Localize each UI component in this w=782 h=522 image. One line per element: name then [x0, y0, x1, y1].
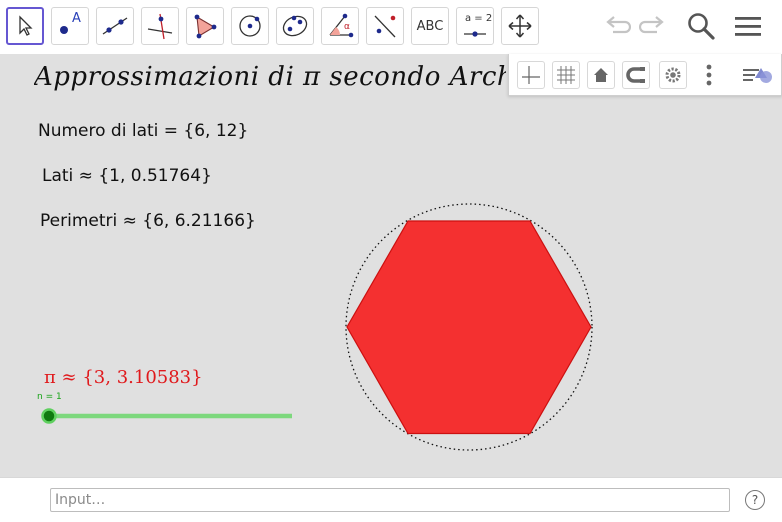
ellipse-tool[interactable]: [276, 7, 314, 45]
graphics-view[interactable]: [0, 54, 782, 477]
lati-text: Lati ≈ {1, 0.51764}: [42, 166, 212, 186]
help-button[interactable]: ?: [745, 490, 765, 510]
snap-toggle[interactable]: [622, 61, 650, 89]
redo-icon: [639, 16, 664, 34]
move-tool[interactable]: [6, 7, 44, 45]
page-title: Approssimazioni di π secondo Archimede: [34, 62, 506, 92]
help-icon: ?: [751, 493, 759, 507]
axes-icon: [522, 66, 540, 84]
settings-button[interactable]: [659, 61, 687, 89]
grid-toggle[interactable]: [552, 61, 580, 89]
move-graphics-view-tool[interactable]: [501, 7, 539, 45]
input-bar: ?: [0, 477, 782, 522]
point-tool[interactable]: A: [51, 7, 89, 45]
redo-button[interactable]: [636, 8, 672, 44]
circle-center-tool[interactable]: [231, 7, 269, 45]
move-arrows-icon: [508, 14, 532, 38]
numero-lati-text: Numero di lati = {6, 12}: [38, 121, 249, 141]
pi-approx-text: π ≈ {3, 3.10583}: [44, 367, 203, 388]
style-bar-toggle-icon: [743, 68, 772, 83]
point-tool-label: A: [72, 11, 81, 26]
cursor-arrow-icon: [19, 15, 33, 36]
ellipse-icon: [282, 15, 308, 37]
grid-icon: [557, 66, 575, 84]
slider-tool[interactable]: a = 2: [456, 7, 494, 45]
graphics-svg: [41, 203, 593, 451]
reflect-tool[interactable]: [366, 7, 404, 45]
line-icon: [102, 17, 128, 35]
slider-label: n = 1: [37, 392, 62, 402]
circle-icon: [239, 15, 261, 37]
text-tool[interactable]: ABC: [411, 7, 449, 45]
hexagon-polygon[interactable]: [346, 220, 592, 435]
more-button[interactable]: [705, 61, 713, 89]
more-vertical-icon: [706, 64, 712, 86]
style-bar: [508, 54, 782, 96]
style-bar-toggle[interactable]: [741, 61, 775, 89]
gear-icon: [665, 67, 681, 83]
magnet-icon: [626, 67, 645, 83]
undo-button[interactable]: [598, 8, 634, 44]
toolbar: A α ABC a = 2: [0, 0, 782, 54]
angle-tool-label: α: [344, 22, 350, 32]
polygon-icon: [194, 14, 217, 39]
menu-button[interactable]: [730, 8, 766, 44]
reflect-line-icon: [374, 15, 396, 38]
home-button[interactable]: [587, 61, 615, 89]
input-field[interactable]: [50, 488, 730, 512]
slider-handle[interactable]: [41, 408, 57, 424]
perimetri-text: Perimetri ≈ {6, 6.21166}: [40, 211, 256, 231]
perpendicular-line-icon: [147, 13, 173, 40]
slider-icon: [464, 31, 486, 37]
perpendicular-line-tool[interactable]: [141, 7, 179, 45]
angle-tool[interactable]: α: [321, 7, 359, 45]
text-tool-label: ABC: [416, 18, 444, 34]
menu-icon: [735, 17, 761, 36]
search-icon: [688, 13, 715, 40]
search-button[interactable]: [683, 8, 719, 44]
angle-icon: [329, 13, 354, 38]
home-icon: [594, 68, 608, 82]
line-tool[interactable]: [96, 7, 134, 45]
polygon-tool[interactable]: [186, 7, 224, 45]
undo-icon: [606, 16, 631, 34]
axes-toggle[interactable]: [517, 61, 545, 89]
